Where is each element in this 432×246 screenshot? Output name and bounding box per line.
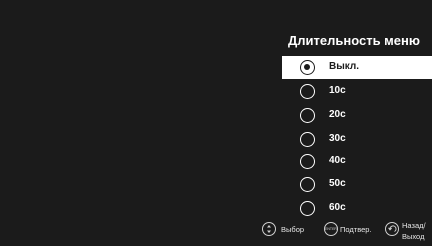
option-label: 30с <box>329 133 346 144</box>
back-hint-label-line1: Назад/ <box>402 221 426 230</box>
option-60s[interactable]: 60с <box>282 197 432 220</box>
radio-icon <box>300 84 315 99</box>
menu-title: Длительность меню <box>288 33 420 48</box>
select-hint-label: Выбор <box>281 225 305 234</box>
option-label: 50с <box>329 178 346 189</box>
option-off[interactable]: Выкл. <box>282 56 432 79</box>
option-label: 60с <box>329 202 346 213</box>
radio-icon <box>300 201 315 216</box>
confirm-hint-label: Подтвер. <box>340 225 372 234</box>
option-20s[interactable]: 20с <box>282 104 432 127</box>
option-30s[interactable]: 30с <box>282 128 432 151</box>
radio-icon <box>300 154 315 169</box>
option-10s[interactable]: 10с <box>282 80 432 103</box>
menu-duration-screen: Длительность меню Выкл. 10с 20с 30с 40с … <box>0 0 432 246</box>
up-down-arrows-icon <box>262 222 276 236</box>
radio-icon <box>300 132 315 147</box>
option-50s[interactable]: 50с <box>282 173 432 196</box>
option-label: 10с <box>329 85 346 96</box>
option-label: 20с <box>329 109 346 120</box>
radio-selected-icon <box>300 60 315 75</box>
option-label: 40с <box>329 155 346 166</box>
option-40s[interactable]: 40с <box>282 150 432 173</box>
radio-icon <box>300 177 315 192</box>
return-arrow-icon <box>385 222 399 236</box>
option-label: Выкл. <box>329 61 360 72</box>
back-hint-label-line2: Выход <box>402 232 425 241</box>
enter-icon: ENTER <box>324 222 338 236</box>
radio-icon <box>300 108 315 123</box>
